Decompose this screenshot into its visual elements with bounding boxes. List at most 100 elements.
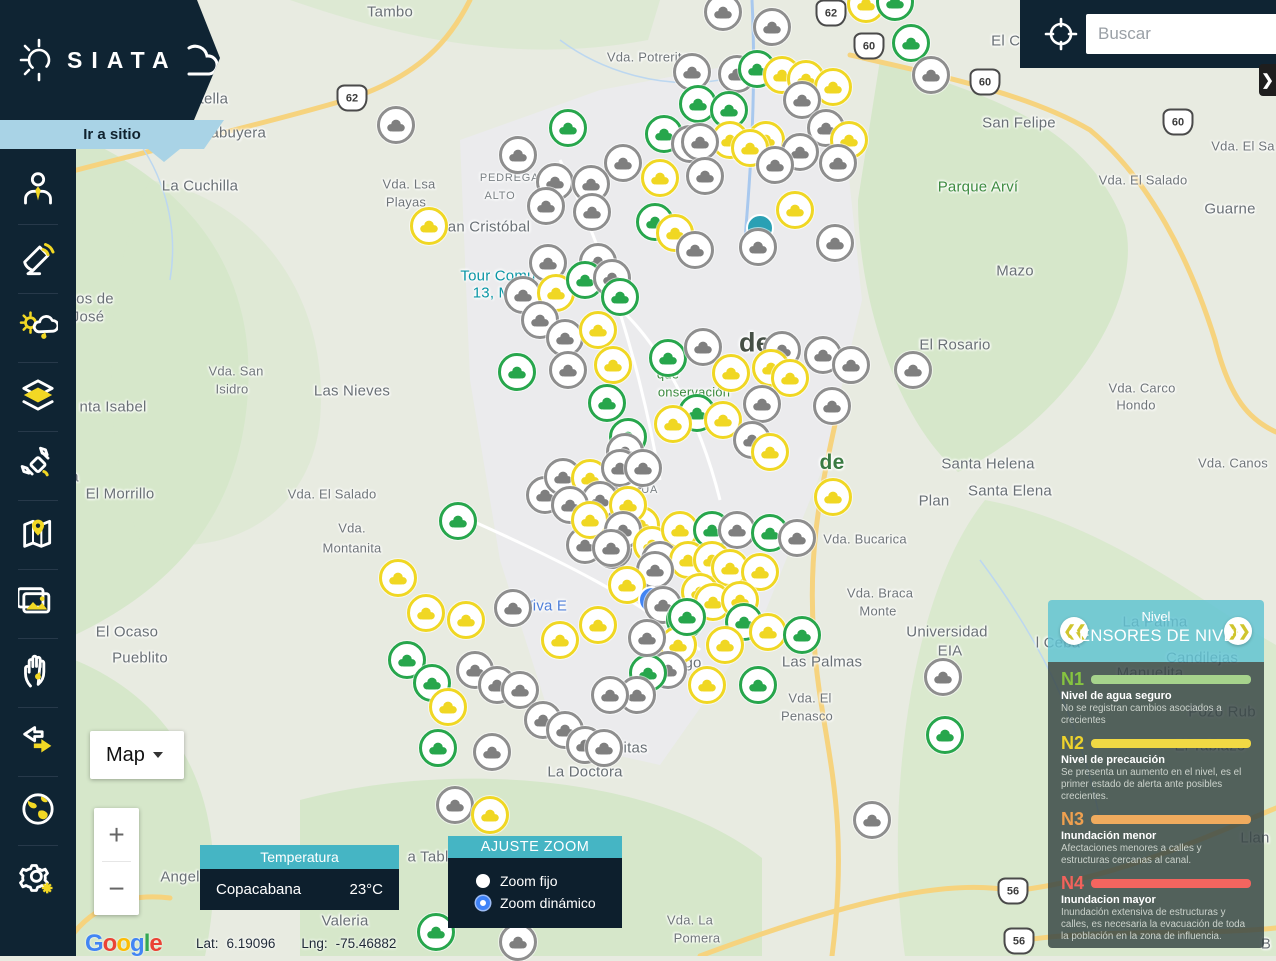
station-marker-gray[interactable] <box>604 144 642 182</box>
chevron-down-icon <box>153 752 163 758</box>
station-marker-gray[interactable] <box>527 187 565 225</box>
station-marker-gray[interactable] <box>624 449 662 487</box>
station-marker-gray[interactable] <box>377 106 415 144</box>
sidebar-item-layers[interactable] <box>0 363 76 432</box>
station-marker-yellow[interactable] <box>579 606 617 644</box>
station-marker-gray[interactable] <box>591 676 629 714</box>
sidebar-item-hand-drop[interactable] <box>0 639 76 708</box>
sidebar-item-globe[interactable] <box>0 777 76 846</box>
station-marker-yellow[interactable] <box>712 354 750 392</box>
map-label: Vda. Carco <box>1108 381 1175 396</box>
zoom-in-button[interactable]: + <box>94 808 139 861</box>
station-marker-green[interactable] <box>601 278 639 316</box>
sidebar-item-weather[interactable] <box>0 294 76 363</box>
map-label: Pomera <box>674 931 721 946</box>
station-marker-green[interactable] <box>439 502 477 540</box>
locate-crosshair-icon[interactable] <box>1044 17 1078 51</box>
route-shield-60: 60 <box>970 69 1001 96</box>
zoom-option-fixed[interactable]: Zoom fijo <box>476 870 622 892</box>
station-marker-yellow[interactable] <box>379 559 417 597</box>
sidebar-item-satellite[interactable] <box>0 432 76 501</box>
station-marker-yellow[interactable] <box>429 688 467 726</box>
sun-logo-icon <box>14 34 60 86</box>
station-marker-yellow[interactable] <box>541 621 579 659</box>
station-marker-gray[interactable] <box>499 923 537 961</box>
station-marker-green[interactable] <box>739 666 777 704</box>
station-marker-gray[interactable] <box>756 146 794 184</box>
station-marker-gray[interactable] <box>499 136 537 174</box>
station-marker-gray[interactable] <box>549 351 587 389</box>
station-marker-gray[interactable] <box>832 346 870 384</box>
route-shield-60: 60 <box>1163 109 1194 136</box>
radio-icon[interactable] <box>476 874 490 888</box>
station-marker-yellow[interactable] <box>688 666 726 704</box>
station-marker-gray[interactable] <box>853 801 891 839</box>
sidebar-item-compare-arrows[interactable] <box>0 708 76 777</box>
station-marker-gray[interactable] <box>676 231 714 269</box>
sidebar-item-radar[interactable] <box>0 225 76 294</box>
station-marker-yellow[interactable] <box>471 796 509 834</box>
station-marker-green[interactable] <box>926 716 964 754</box>
map-type-label: Map <box>106 744 145 767</box>
station-marker-gray[interactable] <box>894 351 932 389</box>
station-marker-yellow[interactable] <box>776 191 814 229</box>
go-to-site-link[interactable]: Ir a sitio <box>0 120 224 149</box>
station-marker-yellow[interactable] <box>579 311 617 349</box>
globe-icon <box>18 789 58 834</box>
route-shield-62: 62 <box>337 85 368 112</box>
station-marker-gray[interactable] <box>686 157 724 195</box>
station-marker-yellow[interactable] <box>751 433 789 471</box>
station-marker-yellow[interactable] <box>749 613 787 651</box>
zoom-out-button[interactable]: − <box>94 862 139 915</box>
station-marker-gray[interactable] <box>743 385 781 423</box>
station-marker-gray[interactable] <box>592 529 630 567</box>
station-marker-green[interactable] <box>419 729 457 767</box>
level-code: N4 <box>1061 874 1084 892</box>
station-marker-gray[interactable] <box>753 8 791 46</box>
station-marker-gray[interactable] <box>924 658 962 696</box>
map-label: nta Isabel <box>79 399 146 416</box>
station-marker-green[interactable] <box>498 353 536 391</box>
station-marker-gray[interactable] <box>912 56 950 94</box>
sensor-level-N4: N4Inundacion mayorInundación extensiva d… <box>1061 874 1251 943</box>
station-marker-gray[interactable] <box>436 786 474 824</box>
station-marker-gray[interactable] <box>819 144 857 182</box>
station-marker-gray[interactable] <box>628 619 666 657</box>
station-marker-yellow[interactable] <box>706 626 744 664</box>
radio-icon[interactable] <box>476 896 490 910</box>
station-marker-green[interactable] <box>783 616 821 654</box>
search-input[interactable] <box>1086 14 1276 54</box>
compare-arrows-icon <box>18 720 58 765</box>
map-label: Vda. Braca <box>847 586 913 601</box>
station-marker-yellow[interactable] <box>814 478 852 516</box>
station-marker-gray[interactable] <box>494 589 532 627</box>
station-marker-green[interactable] <box>649 339 687 377</box>
go-to-site-tail <box>148 149 180 162</box>
station-marker-gray[interactable] <box>778 519 816 557</box>
sidebar-item-map-pin[interactable] <box>0 501 76 570</box>
station-marker-yellow[interactable] <box>641 159 679 197</box>
station-marker-gray[interactable] <box>573 193 611 231</box>
map-label: Vda. La <box>667 913 713 928</box>
station-marker-gray[interactable] <box>585 729 623 767</box>
collapse-panel-chevron[interactable]: ❯ <box>1259 64 1276 96</box>
station-marker-green[interactable] <box>549 109 587 147</box>
station-marker-gray[interactable] <box>813 387 851 425</box>
sidebar-item-settings[interactable] <box>0 846 76 915</box>
map-label: San Felipe <box>982 115 1056 132</box>
station-marker-green[interactable] <box>668 598 706 636</box>
station-marker-yellow[interactable] <box>654 405 692 443</box>
station-marker-green[interactable] <box>588 384 626 422</box>
station-marker-yellow[interactable] <box>410 207 448 245</box>
station-marker-gray[interactable] <box>816 224 854 262</box>
station-marker-yellow[interactable] <box>447 601 485 639</box>
station-marker-gray[interactable] <box>739 228 777 266</box>
station-marker-gray[interactable] <box>681 123 719 161</box>
station-marker-gray[interactable] <box>473 733 511 771</box>
station-marker-yellow[interactable] <box>407 594 445 632</box>
sidebar-item-user[interactable] <box>0 156 76 225</box>
zoom-option-dynamic[interactable]: Zoom dinámico <box>476 892 622 914</box>
sidebar-item-images[interactable] <box>0 570 76 639</box>
station-marker-yellow[interactable] <box>594 346 632 384</box>
map-type-button[interactable]: Map <box>90 731 184 779</box>
